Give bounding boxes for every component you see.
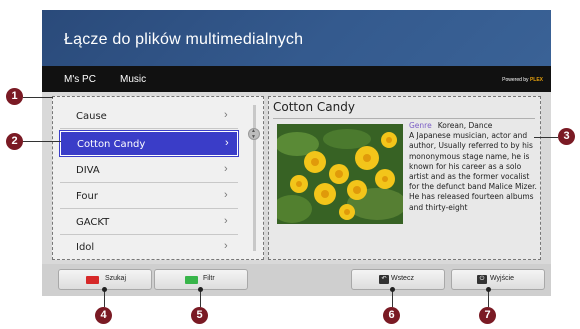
powered-by-plex: Powered by PLEX [502, 77, 543, 83]
genre-value: Korean, Dance [437, 121, 493, 130]
exit-key-icon: ⏻ [477, 275, 487, 284]
exit-label: Wyjście [490, 275, 515, 282]
list-item-label: Cotton Candy [77, 139, 146, 150]
breadcrumb-item-music[interactable]: Music [120, 74, 146, 85]
list-item-label: DIVA [76, 165, 100, 176]
list-item[interactable]: DIVA › [60, 158, 238, 183]
list-item[interactable]: Idol › [60, 235, 238, 260]
list-item[interactable]: GACKT › [60, 210, 238, 235]
description-text: A Japanese musician, actor and author, U… [409, 131, 537, 212]
divider [273, 118, 535, 119]
breadcrumb-item-pc[interactable]: M's PC [64, 74, 96, 85]
callout-3-leader [534, 137, 558, 138]
chevron-right-icon: › [224, 109, 228, 121]
back-button[interactable]: ↶ Wstecz [351, 269, 445, 290]
list-item-label: GACKT [76, 217, 110, 228]
back-label: Wstecz [391, 275, 414, 282]
callout-1-leader [23, 97, 53, 98]
callout-4: 4 [95, 307, 112, 324]
list-item-selected[interactable]: Cotton Candy › [60, 131, 238, 156]
powered-by-label: Powered by [502, 77, 529, 83]
list-item[interactable]: Cause › [60, 104, 238, 129]
chevron-right-icon: › [224, 189, 228, 201]
callout-7: 7 [479, 307, 496, 324]
red-key-icon [86, 276, 99, 284]
filter-label: Filtr [203, 275, 215, 282]
app-title: Łącze do plików multimedialnych [64, 31, 304, 48]
breadcrumb: M's PC Music Powered by PLEX [42, 66, 551, 92]
scrollbar-thumb[interactable] [248, 128, 260, 140]
chevron-right-icon: › [225, 137, 229, 149]
callout-2-leader [23, 141, 61, 142]
chevron-right-icon: › [224, 163, 228, 175]
back-key-icon: ↶ [379, 275, 389, 284]
plex-logo: PLEX [529, 77, 543, 83]
detail-title: Cotton Candy [273, 100, 355, 114]
green-key-icon [185, 276, 198, 284]
list-item[interactable]: Four › [60, 184, 238, 209]
chevron-right-icon: › [224, 215, 228, 227]
callout-5-dot [198, 287, 203, 292]
header-banner: Łącze do plików multimedialnych [42, 10, 551, 66]
callout-6: 6 [383, 307, 400, 324]
detail-panel: Cotton Candy Genre Korean, Dance A Japan… [268, 96, 541, 260]
callout-7-dot [486, 287, 491, 292]
callout-1: 1 [6, 88, 23, 105]
tv-screen: Łącze do plików multimedialnych M's PC M… [42, 10, 551, 296]
artist-description: Genre Korean, Dance A Japanese musician, … [409, 121, 539, 213]
album-photo [277, 124, 403, 224]
chevron-right-icon: › [224, 240, 228, 252]
yellow-flowers-photo [277, 124, 403, 224]
list-item-label: Four [76, 191, 98, 202]
callout-4-dot [102, 287, 107, 292]
search-label: Szukaj [105, 275, 127, 282]
callout-6-dot [390, 287, 395, 292]
bottom-button-bar: Szukaj Filtr ↶ Wstecz ⏻ Wyjście [42, 264, 551, 296]
genre-label: Genre [409, 121, 432, 130]
callout-3: 3 [558, 128, 575, 145]
callout-6: 5 [191, 307, 208, 324]
scrollbar-track[interactable] [253, 105, 256, 251]
callout-2: 2 [6, 133, 23, 150]
music-list-panel: Cause › Cotton Candy › DIVA › Four › GAC… [52, 96, 264, 260]
list-item-label: Idol [76, 242, 95, 253]
list-item-label: Cause [76, 111, 107, 122]
exit-button[interactable]: ⏻ Wyjście [451, 269, 545, 290]
